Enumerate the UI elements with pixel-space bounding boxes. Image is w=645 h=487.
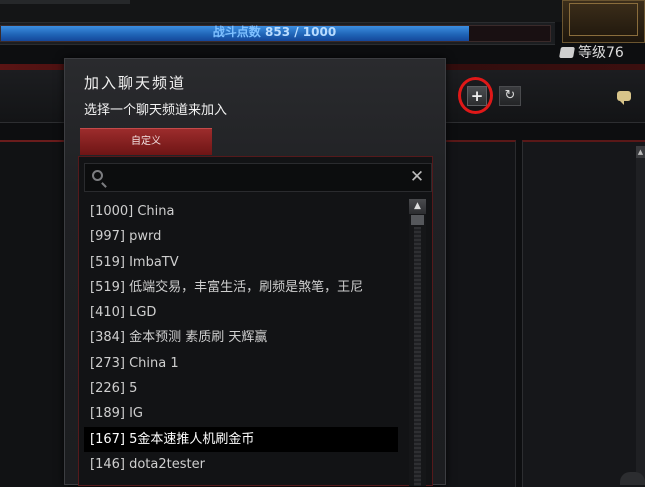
dialog-subtitle: 选择一个聊天频道来加入	[84, 103, 228, 118]
channel-search[interactable]: ✕	[84, 163, 432, 192]
top-strip	[0, 0, 645, 22]
channel-list-item[interactable]: [519] 低端交易，丰富生活，刷频是煞笔，王尼	[84, 275, 404, 300]
clear-search-icon[interactable]: ✕	[408, 167, 426, 187]
level-text: 等级76	[578, 45, 624, 61]
join-channel-dialog: 加入聊天频道 选择一个聊天频道来加入 自定义 ✕ [1000] China [99…	[64, 58, 446, 486]
scroll-thumb[interactable]	[411, 215, 424, 225]
channel-list-item[interactable]: [167] 5金本速推人机刷金币	[84, 426, 398, 452]
card-icon	[559, 47, 575, 58]
chat-bubble-icon[interactable]	[617, 91, 631, 105]
search-input[interactable]	[115, 167, 399, 190]
channel-list-item[interactable]: [226] 5	[84, 376, 404, 401]
corner-button[interactable]	[620, 472, 645, 485]
level-indicator: 等级76	[559, 43, 624, 63]
background-panel-right	[522, 140, 645, 487]
scroll-track[interactable]	[414, 227, 421, 486]
channel-list-item[interactable]: [146] dota2tester	[84, 452, 404, 477]
channel-list-item[interactable]: [1000] China	[84, 199, 404, 224]
channel-list-item[interactable]: [410] LGD	[84, 300, 404, 325]
background-panel-left	[0, 140, 68, 487]
refresh-button[interactable]: ↻	[499, 86, 521, 106]
channel-list-item[interactable]: [273] China 1	[84, 351, 404, 376]
top-glint	[0, 0, 130, 4]
background-scrollbar[interactable]: ▲	[636, 146, 645, 485]
channel-list-item[interactable]: [384] 金本预测 素质刷 天辉赢	[84, 325, 404, 350]
tab-custom[interactable]: 自定义	[80, 128, 212, 155]
channel-list-item[interactable]: [519] ImbaTV	[84, 250, 404, 275]
channel-list-item[interactable]: [997] pwrd	[84, 224, 404, 249]
channel-list-scrollbar[interactable]: ▲	[409, 199, 426, 486]
channel-list-item[interactable]: [189] IG	[84, 401, 404, 426]
battle-points-value: 853 / 1000	[265, 25, 337, 39]
search-icon	[92, 170, 103, 181]
scroll-up-arrow-icon[interactable]: ▲	[636, 146, 645, 158]
battle-points-label: 战斗点数 853 / 1000	[0, 25, 549, 40]
badge-emblem	[569, 3, 638, 36]
battle-points-text: 战斗点数	[212, 25, 261, 39]
rank-badge[interactable]	[562, 0, 645, 43]
background-panel-middle	[440, 140, 516, 487]
dialog-title: 加入聊天频道	[84, 74, 187, 92]
channel-list: [1000] China [997] pwrd [519] ImbaTV [519] …	[84, 199, 404, 486]
highlight-circle	[458, 77, 493, 114]
scroll-up-arrow-icon[interactable]: ▲	[409, 199, 426, 214]
